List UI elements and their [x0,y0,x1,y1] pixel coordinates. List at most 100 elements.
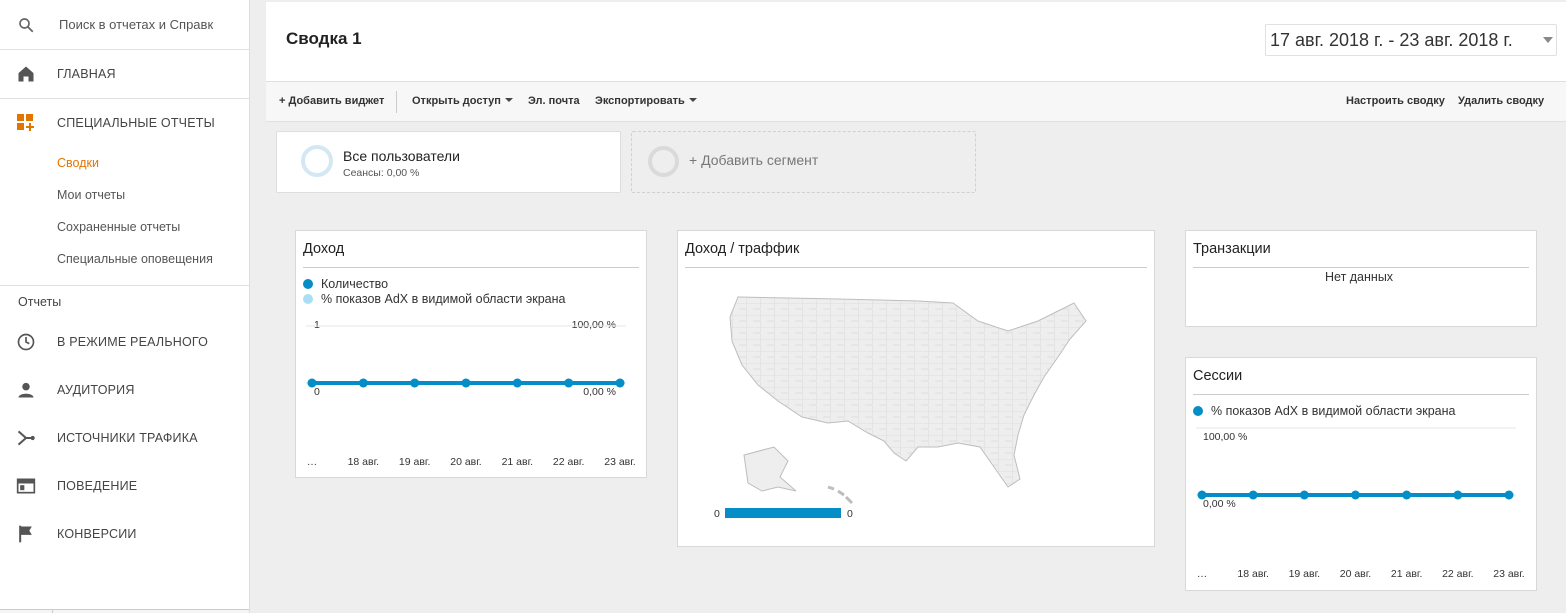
nav-conversions[interactable]: КОНВЕРСИИ [0,510,249,558]
nav-realtime[interactable]: В РЕЖИМЕ РЕАЛЬНОГО [0,318,249,366]
nav-home[interactable]: ГЛАВНАЯ [0,50,249,99]
segment-sessions: Сеансы: 0,00 % [343,167,420,179]
x-tick-label: … [307,456,318,468]
behavior-icon [16,476,36,496]
date-range-label: 17 авг. 2018 г. - 23 авг. 2018 г. [1270,29,1513,50]
custom-reports-icon [16,113,36,133]
date-range-picker[interactable]: 17 авг. 2018 г. - 23 авг. 2018 г. [1265,24,1557,56]
nav-custom-reports[interactable]: СПЕЦИАЛЬНЫЕ ОТЧЕТЫ [0,99,249,147]
nav-conversions-label: КОНВЕРСИИ [57,527,137,541]
sessions-line-chart: … 18 авг. 19 авг. 20 авг. 21 авг. 22 авг. 23 а… [1196,427,1525,580]
segment-ring-icon [648,146,679,177]
data-point[interactable] [1299,490,1309,500]
nav-audience[interactable]: АУДИТОРИЯ [0,366,249,414]
map-scale-min: 0 [714,508,720,520]
x-tick-label: 19 авг. [399,456,430,468]
widget-revenue-traffic: Доход / траффик 0 0 [677,230,1155,547]
x-tick-label: 22 авг. [1442,568,1473,580]
x-tick-label: 23 авг. [604,456,635,468]
x-tick-label: 21 авг. [1391,568,1422,580]
map-scale-max: 0 [847,508,853,520]
us-map [729,296,1087,505]
chevron-down-icon [1543,37,1553,43]
delete-dashboard-button[interactable]: Удалить сводку [1458,95,1544,107]
home-icon [16,64,36,84]
x-tick-label: 21 авг. [502,456,533,468]
x-tick-label: 19 авг. [1289,568,1320,580]
nav-audience-label: АУДИТОРИЯ [57,383,135,397]
sub-item-my-reports[interactable]: Мои отчеты [0,179,249,211]
widget-title: Транзакции [1193,241,1271,257]
widget-title: Доход / траффик [685,241,800,257]
sub-item-dashboards[interactable]: Сводки [0,147,249,179]
x-tick-label: 18 авг. [348,456,379,468]
custom-reports-submenu: Сводки Мои отчеты Сохраненные отчеты Спе… [0,147,249,286]
customize-dashboard-button[interactable]: Настроить сводку [1346,95,1445,107]
nav-home-label: ГЛАВНАЯ [57,67,116,81]
search-input[interactable]: Поиск в отчетах и Справк [59,17,219,32]
page-title: Сводка 1 [286,29,362,48]
x-tick-label: … [1197,568,1208,580]
data-point[interactable] [1197,490,1207,500]
nav-custom-reports-label: СПЕЦИАЛЬНЫЕ ОТЧЕТЫ [57,116,215,130]
nav-acquisition-label: ИСТОЧНИКИ ТРАФИКА [57,431,198,445]
export-button[interactable]: Экспортировать [595,95,697,107]
segment-all-users[interactable]: Все пользователи Сеансы: 0,00 % [276,131,621,193]
nav-realtime-label: В РЕЖИМЕ РЕАЛЬНОГО [57,335,209,349]
sidebar: Поиск в отчетах и Справк ГЛАВНАЯ СПЕЦИАЛ… [0,0,250,613]
email-button[interactable]: Эл. почта [528,95,580,107]
x-tick-label: 18 авг. [1237,568,1268,580]
share-button[interactable]: Открыть доступ [412,95,513,107]
reports-header: Отчеты [18,295,62,309]
x-tick-label: 20 авг. [1340,568,1371,580]
revenue-line-chart: … 18 авг. 19 авг. 20 авг. 21 авг. 22 авг. 23 а… [306,325,636,468]
no-data-label: Нет данных [1325,270,1394,284]
sidebar-bottom-bar [0,609,249,613]
widget-title-divider [685,267,1147,268]
x-tick-label: 22 авг. [553,456,584,468]
widget-transactions: Транзакции Нет данных [1185,230,1537,327]
data-point[interactable] [307,378,317,388]
flag-icon [16,524,36,544]
sub-item-saved-reports[interactable]: Сохраненные отчеты [0,211,249,243]
data-point[interactable] [1504,490,1514,500]
data-point[interactable] [410,378,420,388]
data-point[interactable] [1402,490,1412,500]
data-point[interactable] [564,378,574,388]
data-point[interactable] [1248,490,1258,500]
acquisition-icon [16,428,36,448]
export-label: Экспортировать [595,95,685,107]
widget-sessions: Сессии % показов AdX в видимой области э… [1185,357,1537,591]
search-bar[interactable]: Поиск в отчетах и Справк [0,0,249,50]
clock-icon [16,332,36,352]
main-content: Сводка 1 17 авг. 2018 г. - 23 авг. 2018 … [266,0,1566,613]
data-point[interactable] [461,378,471,388]
x-tick-label: 20 авг. [450,456,481,468]
widget-revenue: Доход Количество % показов AdX в видимой… [295,230,647,478]
person-icon [16,380,36,400]
toolbar: + Добавить виджет Открыть доступ Эл. поч… [266,82,1566,122]
add-widget-button[interactable]: + Добавить виджет [279,95,384,107]
map-color-scale [725,508,841,518]
nav-acquisition[interactable]: ИСТОЧНИКИ ТРАФИКА [0,414,249,462]
search-icon [19,17,34,32]
data-point[interactable] [615,378,625,388]
x-tick-label: 23 авг. [1493,568,1524,580]
data-point[interactable] [1351,490,1360,500]
data-point[interactable] [358,378,368,388]
segment-ring-icon [301,145,333,177]
caret-down-icon [504,98,513,102]
dashboard-header: Сводка 1 17 авг. 2018 г. - 23 авг. 2018 … [266,2,1566,82]
add-segment-button[interactable]: + Добавить сегмент [631,131,976,193]
nav-behavior[interactable]: ПОВЕДЕНИЕ [0,462,249,510]
toolbar-divider [396,91,397,113]
nav-behavior-label: ПОВЕДЕНИЕ [57,479,138,493]
caret-down-icon [688,98,697,102]
sub-item-custom-alerts[interactable]: Специальные оповещения [0,243,249,275]
widget-title-divider [1193,267,1529,268]
share-label: Открыть доступ [412,95,501,107]
segment-name: Все пользователи [343,148,460,164]
add-segment-label: + Добавить сегмент [689,152,819,168]
data-point[interactable] [512,378,522,388]
data-point[interactable] [1453,490,1463,500]
